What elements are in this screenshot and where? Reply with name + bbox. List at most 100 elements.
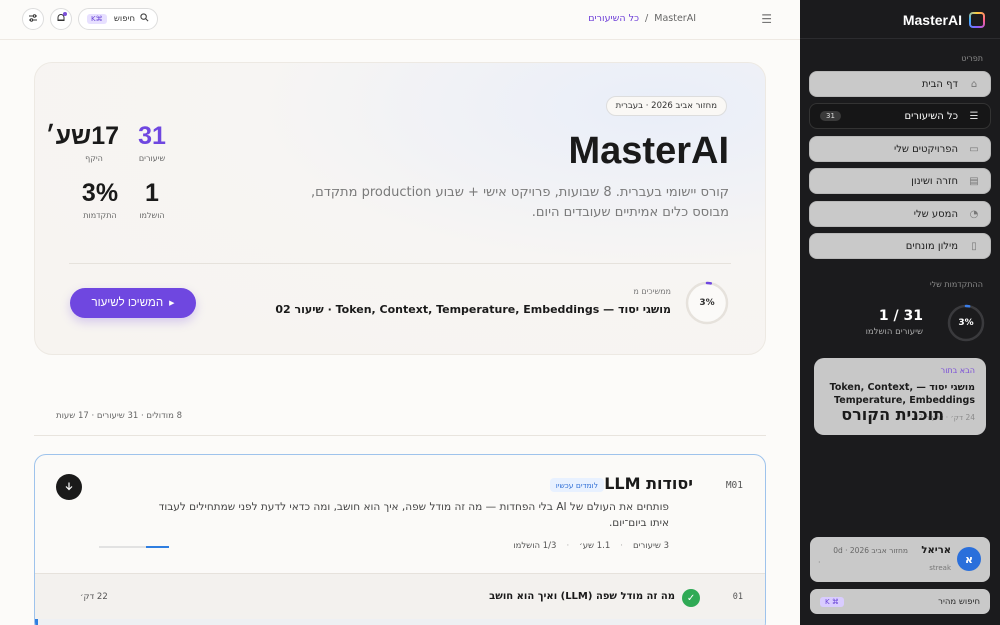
stat-value: 31 (138, 122, 166, 150)
sidebar-item-label: הפרויקטים שלי (893, 143, 958, 155)
sidebar-item-projects[interactable]: ▭ הפרויקטים שלי (809, 136, 991, 162)
clock-icon: ◔ (969, 208, 979, 220)
brand[interactable]: MasterAI (903, 10, 985, 30)
module-progress-bar (99, 546, 169, 548)
hero-divider (69, 263, 731, 264)
breadcrumb-root[interactable]: MasterAI (654, 13, 696, 24)
arrow-down-icon (64, 481, 74, 494)
shortcut-badge: K⌘ (87, 14, 107, 24)
search-icon (140, 13, 149, 25)
module-hours: 1.1 שע׳ (579, 541, 611, 551)
search-button[interactable]: חיפוש K⌘ (78, 8, 158, 30)
lesson-title: מה זה מודל שפה (LLM) ואיך הוא חושב (489, 591, 675, 602)
continue-progress-ring: 3% (684, 280, 730, 326)
sidebar-item-glossary[interactable]: ▯ מילון מונחים (809, 233, 991, 259)
sidebar: MasterAI תפריט ⌂ דף הבית ☰ כל השיעורים 3… (800, 0, 1000, 625)
breadcrumb-current: כל השיעורים (588, 13, 640, 24)
lesson-row[interactable]: 01 ✓ מה זה מודל שפה (LLM) ואיך הוא חושב … (35, 573, 765, 619)
user-streak: streak (929, 564, 951, 572)
sidebar-item-label: המסע שלי (913, 208, 958, 220)
stat-scope: 17שע׳ היקף (45, 122, 119, 163)
cohort-badge: מחזור אביב 2026 · בעברית (605, 96, 727, 116)
home-icon: ⌂ (970, 78, 978, 90)
module-progress-fill (145, 546, 169, 548)
lesson-number: 01 (732, 592, 743, 602)
sidebar-divider (800, 38, 1000, 39)
module-stats: 3 שיעורים · 1.1 שע׳ · 1/3 הושלמו (513, 541, 669, 551)
section-title: תוכנית הקורס (841, 405, 944, 424)
next-label: הבא בתור (940, 366, 975, 375)
progress-count: 1 / 31 (878, 308, 923, 324)
sidebar-item-label: חזרה ושינון (911, 175, 958, 187)
menu-icon[interactable]: ☰ (760, 13, 772, 25)
module-title: יסודות LLM (604, 474, 693, 493)
book-icon: ▯ (971, 240, 977, 252)
continue-lesson-button[interactable]: ▶ המשיכו לשיעור (70, 288, 196, 318)
folder-icon: ▭ (969, 143, 979, 155)
sidebar-item-all-lessons[interactable]: ☰ כל השיעורים 31 (809, 103, 991, 129)
progress-label: שיעורים הושלמו (865, 327, 923, 337)
hero-card: מחזור אביב 2026 · בעברית MasterAI קורס י… (34, 62, 766, 355)
lesson-row[interactable] (35, 619, 765, 625)
stat-completed: 1 הושלמו (136, 179, 168, 220)
status-badge: לומדים עכשיו (549, 478, 604, 492)
avatar: א (957, 547, 981, 571)
lesson-duration: 22 דק׳ (80, 592, 108, 602)
quick-search-button[interactable]: חיפוש מהיר K ⌘ (810, 589, 990, 614)
progress-section-label: ההתקדמות שלי (929, 280, 983, 289)
sidebar-item-label: דף הבית (921, 78, 958, 90)
play-icon: ▶ (169, 300, 175, 307)
notification-dot (63, 12, 67, 16)
stat-label: היקף (85, 154, 103, 163)
stat-progress: 3% התקדמות (79, 179, 121, 220)
sidebar-progress: 1 / 31 שיעורים הושלמו 3% (814, 300, 986, 344)
sliders-icon (28, 13, 38, 26)
page-title: MasterAI (568, 130, 730, 172)
logo-icon (969, 12, 985, 28)
module-number: M01 (725, 480, 743, 491)
stat-label: התקדמות (83, 211, 117, 220)
stat-label: שיעורים (138, 154, 166, 163)
continue-lesson-title: מושגי יסוד — Token, Context, Temperature… (275, 303, 671, 316)
quick-search-label: חיפוש מהיר (938, 596, 980, 607)
user-menu-dot: · (818, 558, 821, 567)
sidebar-item-journey[interactable]: ◔ המסע שלי (809, 201, 991, 227)
lessons-count-badge: 31 (820, 111, 841, 121)
module-lessons: 3 שיעורים (632, 541, 669, 551)
module-completed: 1/3 הושלמו (513, 541, 557, 551)
sidebar-item-label: כל השיעורים (904, 110, 958, 122)
cards-icon: ▤ (969, 175, 979, 187)
progress-ring: 3% (946, 303, 986, 343)
list-icon: ☰ (969, 110, 979, 122)
collapse-button[interactable] (56, 474, 82, 500)
course-description: קורס יישומי בעברית. 8 שבועות, פרויקט איש… (310, 185, 729, 220)
search-label: חיפוש (113, 14, 135, 24)
breadcrumb-separator: / (645, 13, 649, 24)
breadcrumb: MasterAI / כל השיעורים (588, 13, 696, 24)
user-card[interactable]: א אריאל מחזור אביב 2026 · 0d streak · (810, 537, 990, 582)
stat-lessons: 31 שיעורים (136, 122, 168, 163)
stat-value: 3% (81, 179, 119, 207)
user-cohort: מחזור אביב 2026 · 0d (833, 546, 908, 555)
section-divider (34, 435, 766, 436)
notifications-button[interactable] (50, 8, 72, 30)
sidebar-item-review[interactable]: ▤ חזרה ושינון (809, 168, 991, 194)
plan-meta: 8 מודולים · 31 שיעורים · 17 שעות (56, 411, 182, 421)
next-lesson-title: מושגי יסוד — Token, Context, Temperature… (829, 382, 975, 406)
sidebar-item-home[interactable]: ⌂ דף הבית (809, 71, 991, 97)
stat-value: 1 (145, 179, 159, 207)
module-description: פותחים את העולם של AI בלי הפחדות — מה זה… (158, 501, 669, 529)
module-card[interactable]: M01 יסודות LLM לומדים עכשיו פותחים את הע… (34, 454, 766, 625)
progress-percent: 3% (958, 318, 974, 328)
user-name: אריאל (921, 545, 951, 556)
topbar: ☰ MasterAI / כל השיעורים חיפוש K⌘ (0, 0, 800, 40)
continue-label: ממשיכים מ (633, 287, 671, 296)
brand-name: MasterAI (902, 12, 962, 28)
check-icon: ✓ (682, 589, 700, 607)
sidebar-item-label: מילון מונחים (905, 240, 958, 252)
stat-value: 17שע׳ (45, 122, 119, 150)
settings-button[interactable] (22, 8, 44, 30)
continue-button-label: המשיכו לשיעור (91, 297, 164, 309)
stat-label: הושלמו (139, 211, 165, 220)
continue-percent: 3% (699, 298, 715, 308)
